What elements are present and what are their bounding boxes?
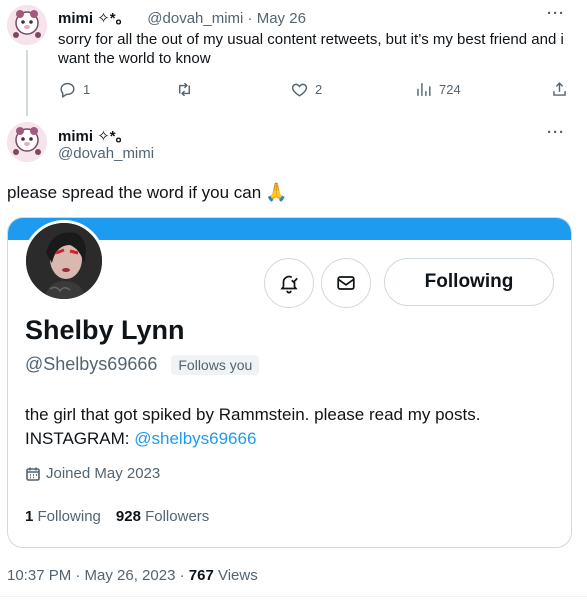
view-count: 724 bbox=[439, 82, 461, 97]
views-label: Views bbox=[213, 567, 258, 584]
views-button[interactable]: 724 bbox=[414, 80, 461, 99]
joined-date: Joined May 2023 bbox=[25, 465, 160, 482]
parent-tweet[interactable]: mimi ✧*。 @dovah_mimi · May 26 ··· sorry … bbox=[0, 0, 587, 112]
follows-you-badge: Follows you bbox=[171, 354, 260, 375]
profile-handle-row: @Shelbys69666 Follows you bbox=[25, 354, 260, 375]
tweet-actions: 1 2 724 bbox=[58, 80, 573, 102]
followers-count-link[interactable]: 928 Followers bbox=[116, 508, 209, 525]
reply-button[interactable]: 1 bbox=[58, 80, 90, 99]
like-button[interactable]: 2 bbox=[290, 80, 322, 99]
author-name[interactable]: mimi ✧*。 bbox=[58, 10, 131, 27]
tweet-body: please spread the word if you can bbox=[7, 183, 262, 202]
tweet-text: please spread the word if you can 🙏 bbox=[7, 182, 288, 203]
retweet-button[interactable] bbox=[175, 80, 194, 99]
bell-check-icon bbox=[280, 275, 298, 294]
tweet-metadata: 10:37 PM · May 26, 2023 · 767 Views bbox=[7, 567, 258, 584]
profile-handle[interactable]: @Shelbys69666 bbox=[25, 354, 157, 375]
instagram-link[interactable]: @shelbys69666 bbox=[134, 429, 256, 448]
joined-text: Joined May 2023 bbox=[46, 465, 161, 482]
author-handle[interactable]: @dovah_mimi bbox=[58, 145, 154, 162]
message-button[interactable] bbox=[321, 258, 371, 308]
tweet-timestamp[interactable]: 10:37 PM · May 26, 2023 · bbox=[7, 567, 189, 584]
calendar-icon bbox=[26, 467, 40, 481]
notifications-button[interactable] bbox=[264, 258, 314, 308]
bio-instagram-line: INSTAGRAM: @shelbys69666 bbox=[25, 427, 555, 451]
views-count: 767 bbox=[188, 567, 214, 584]
author-name[interactable]: mimi ✧*。 bbox=[58, 125, 131, 146]
share-button[interactable] bbox=[550, 80, 569, 99]
bio-prefix: INSTAGRAM: bbox=[25, 429, 135, 448]
retweet-icon bbox=[179, 82, 190, 97]
share-icon bbox=[553, 82, 566, 96]
reply-icon bbox=[60, 82, 75, 98]
more-options-icon[interactable]: ··· bbox=[547, 124, 565, 141]
folded-hands-emoji: 🙏 bbox=[265, 182, 288, 202]
mail-icon bbox=[337, 276, 355, 290]
tweet-date[interactable]: May 26 bbox=[257, 10, 306, 27]
following-count-link[interactable]: 1 Following bbox=[25, 508, 101, 525]
following-button[interactable]: Following bbox=[384, 258, 554, 306]
profile-avatar[interactable] bbox=[23, 220, 105, 302]
avatar[interactable] bbox=[7, 5, 47, 45]
author-handle[interactable]: @dovah_mimi bbox=[147, 10, 243, 27]
follow-counts: 1 Following 928 Followers bbox=[25, 508, 209, 525]
profile-bio: the girl that got spiked by Rammstein. p… bbox=[25, 403, 555, 451]
like-icon bbox=[291, 83, 308, 97]
profile-display-name[interactable]: Shelby Lynn bbox=[25, 315, 185, 346]
thread-connector bbox=[26, 50, 28, 116]
followers-label: Followers bbox=[145, 508, 210, 525]
followers-count: 928 bbox=[115, 508, 141, 525]
following-label: Following bbox=[37, 508, 101, 525]
reply-count: 1 bbox=[83, 82, 91, 97]
profile-card[interactable]: Following Shelby Lynn @Shelbys69666 Foll… bbox=[7, 217, 572, 548]
divider bbox=[0, 596, 587, 597]
tweet-header: mimi ✧*。 @dovah_mimi · May 26 bbox=[58, 10, 306, 27]
views-icon bbox=[417, 83, 431, 96]
avatar[interactable] bbox=[7, 122, 47, 162]
tweet-text: sorry for all the out of my usual conten… bbox=[58, 31, 564, 67]
more-options-icon[interactable]: ··· bbox=[547, 5, 565, 22]
bio-line: the girl that got spiked by Rammstein. p… bbox=[25, 405, 481, 424]
following-count: 1 bbox=[25, 508, 34, 525]
like-count: 2 bbox=[315, 82, 323, 97]
